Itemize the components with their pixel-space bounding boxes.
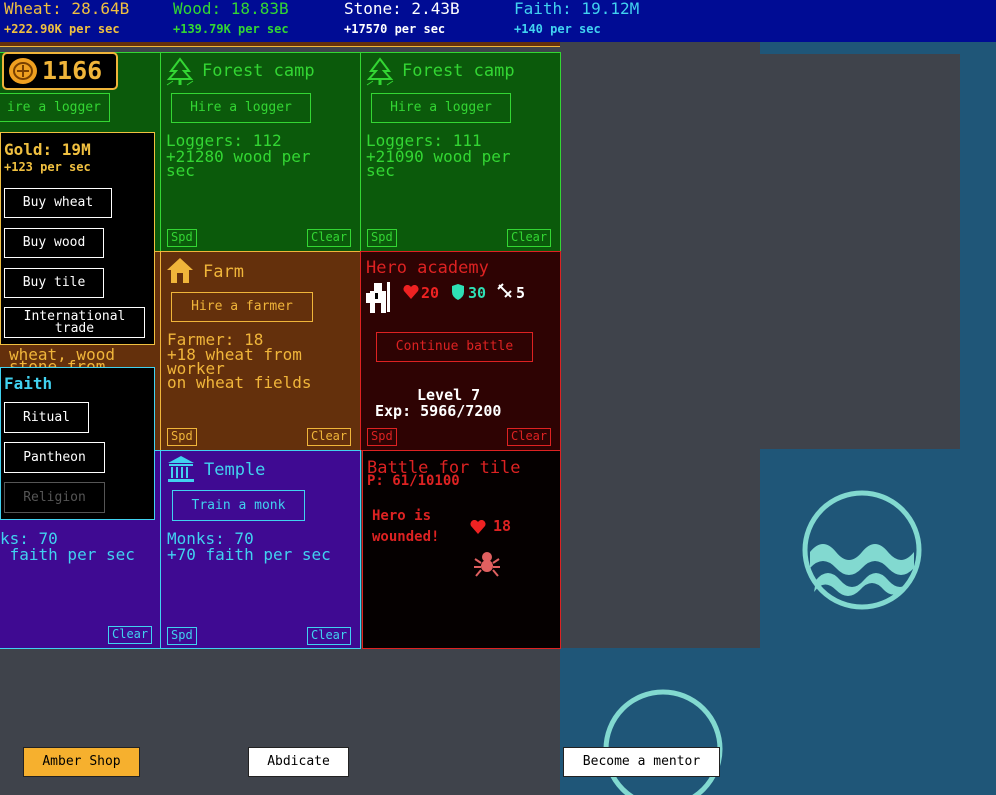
pantheon-button[interactable]: Pantheon: [4, 442, 105, 473]
hero-armor: 30: [468, 284, 486, 302]
wood-amount: Wood: 18.83B: [173, 0, 289, 18]
wood-rate: +139.79K per sec: [173, 22, 289, 36]
clear-button[interactable]: Clear: [108, 626, 152, 644]
water-icon[interactable]: [802, 490, 922, 610]
sword-icon: [497, 283, 515, 301]
tile-title: Forest camp: [402, 61, 515, 81]
wood-rate-text: sec: [166, 164, 195, 178]
amber-count: 1166: [42, 56, 102, 85]
clear-button[interactable]: Clear: [507, 428, 551, 446]
shield-icon: [451, 284, 465, 300]
resource-bar: Wheat: 28.64B +222.90K per sec Wood: 18.…: [0, 0, 996, 42]
stone-rate: +17570 per sec: [344, 22, 445, 36]
international-trade-button[interactable]: International trade: [4, 307, 145, 338]
hero-health: 20: [421, 284, 439, 302]
monks-count: Monks: 70: [167, 532, 254, 546]
train-monk-button[interactable]: Train a monk: [172, 490, 305, 521]
farm-tile[interactable]: Farm Hire a farmer Farmer: 18 +18 wheat …: [160, 251, 361, 451]
hero-experience: Exp: 5966/7200: [375, 402, 501, 420]
faith-panel-title: Faith: [4, 374, 52, 393]
loggers-count: Loggers: 111: [366, 134, 482, 148]
heart-icon: [470, 520, 486, 534]
clear-button[interactable]: Clear: [307, 627, 351, 645]
hire-logger-button[interactable]: Hire a logger: [171, 93, 311, 123]
spider-icon: [473, 549, 501, 579]
battle-message: Hero is: [372, 508, 431, 524]
speed-button[interactable]: Spd: [167, 229, 197, 247]
amber-shop-button[interactable]: Amber Shop: [23, 747, 140, 777]
buy-wheat-button[interactable]: Buy wheat: [4, 188, 112, 218]
temple-tile[interactable]: Temple Train a monk Monks: 70 +70 faith …: [160, 450, 361, 649]
temple-icon: [167, 455, 195, 483]
stone-amount: Stone: 2.43B: [344, 0, 460, 18]
heart-icon: [403, 285, 419, 299]
speed-button[interactable]: Spd: [367, 229, 397, 247]
coin-icon: [8, 57, 38, 85]
gold-rate: +123 per sec: [4, 160, 91, 174]
ritual-button[interactable]: Ritual: [4, 402, 89, 433]
gold-panel: Gold: 19M +123 per sec Buy wheat Buy woo…: [0, 132, 155, 345]
hire-logger-button[interactable]: ire a logger: [0, 93, 110, 122]
loggers-count: Loggers: 112: [166, 134, 282, 148]
hero-attack: 5: [516, 284, 525, 302]
wheat-amount: Wheat: 28.64B: [4, 0, 129, 18]
clear-button[interactable]: Clear: [307, 428, 351, 446]
house-icon: [166, 256, 194, 284]
continue-battle-button[interactable]: Continue battle: [376, 332, 533, 362]
monks-count: ks: 70: [0, 532, 58, 546]
tile-title: Forest camp: [202, 61, 315, 81]
battle-message: wounded!: [372, 529, 439, 545]
clear-button[interactable]: Clear: [307, 229, 351, 247]
faith-rate-text: +70 faith per sec: [167, 548, 331, 562]
hire-logger-button[interactable]: Hire a logger: [371, 93, 511, 123]
wheat-rate-text: on wheat fields: [167, 376, 312, 390]
gold-amount: Gold: 19M: [4, 140, 91, 159]
tile-title: Temple: [204, 460, 265, 480]
tile-title: Hero academy: [366, 258, 489, 278]
hero-icon: [365, 281, 393, 315]
clear-button[interactable]: Clear: [507, 229, 551, 247]
become-mentor-button[interactable]: Become a mentor: [563, 747, 720, 777]
religion-button[interactable]: Religion: [4, 482, 105, 513]
speed-button[interactable]: Spd: [367, 428, 397, 446]
unexplored-tile: [560, 54, 960, 449]
faith-panel: Faith Ritual Pantheon Religion: [0, 367, 155, 520]
wheat-rate: +222.90K per sec: [4, 22, 120, 36]
battle-progress: P: 61/10100: [367, 473, 460, 489]
wood-rate-text: sec: [366, 164, 395, 178]
buy-wood-button[interactable]: Buy wood: [4, 228, 104, 258]
faith-rate-text: faith per sec: [0, 548, 135, 562]
enemy-health: 18: [493, 517, 511, 535]
battle-tile[interactable]: Battle for tile P: 61/10100 Hero is woun…: [362, 450, 561, 649]
hire-farmer-button[interactable]: Hire a farmer: [171, 292, 313, 322]
buy-tile-button[interactable]: Buy tile: [4, 268, 104, 298]
amber-counter[interactable]: 1166: [2, 52, 118, 90]
forest-camp-tile[interactable]: Forest camp Hire a logger Loggers: 112 +…: [160, 52, 361, 252]
faith-amount: Faith: 19.12M: [514, 0, 639, 18]
water-icon[interactable]: [602, 688, 724, 795]
forest-camp-tile[interactable]: Forest camp Hire a logger Loggers: 111 +…: [360, 52, 561, 252]
tree-icon: [365, 57, 395, 87]
tile-title: Farm: [203, 262, 244, 282]
hero-academy-tile[interactable]: Hero academy 20 30 5 Continue battle Lev…: [360, 251, 561, 451]
speed-button[interactable]: Spd: [167, 627, 197, 645]
speed-button[interactable]: Spd: [167, 428, 197, 446]
abdicate-button[interactable]: Abdicate: [248, 747, 349, 777]
tree-icon: [165, 57, 195, 87]
faith-rate: +140 per sec: [514, 22, 601, 36]
